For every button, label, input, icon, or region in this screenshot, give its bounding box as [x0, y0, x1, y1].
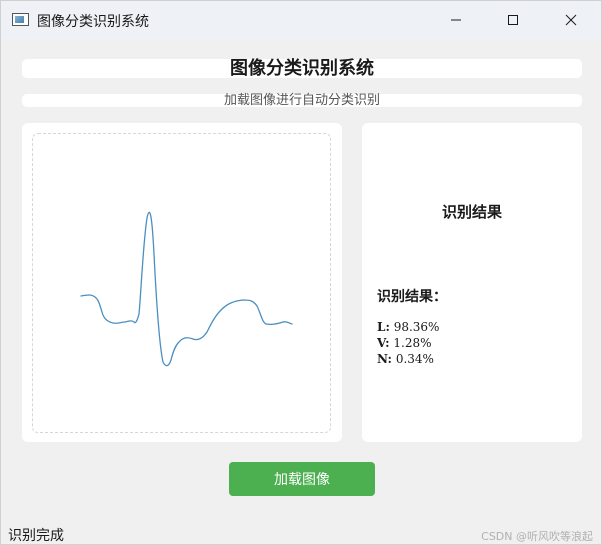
page-title: 图像分类识别系统: [22, 59, 582, 78]
result-probability: 98.36%: [393, 320, 440, 334]
app-image-icon: [12, 13, 29, 26]
result-class: N:: [377, 352, 392, 366]
image-panel: [22, 123, 342, 442]
watermark: CSDN @听风吹等浪起: [481, 530, 593, 543]
page-subtitle: 加载图像进行自动分类识别: [22, 94, 582, 107]
minimize-icon: [451, 19, 461, 21]
status-bar-text: 识别完成: [8, 528, 64, 544]
result-item: L: 98.36%: [377, 319, 439, 335]
ecg-waveform-image: [80, 211, 293, 367]
image-display: [32, 133, 331, 433]
title-bar[interactable]: 图像分类识别系统: [1, 1, 601, 39]
window-title: 图像分类识别系统: [37, 14, 149, 30]
minimize-button[interactable]: [433, 1, 479, 39]
close-button[interactable]: [548, 1, 594, 39]
result-panel: 识别结果 识别结果： L: 98.36% V: 1.28% N: 0.34%: [362, 123, 582, 442]
maximize-icon: [508, 15, 518, 25]
result-probability: 1.28%: [393, 336, 432, 350]
app-window: 图像分类识别系统 图像分类识别系统 加载图像进行自动分类识别 识别结果 识别结果…: [0, 0, 602, 545]
result-item: N: 0.34%: [377, 351, 439, 367]
maximize-button[interactable]: [490, 1, 536, 39]
result-heading: 识别结果: [441, 203, 502, 221]
result-class: V:: [377, 336, 390, 350]
result-list: L: 98.36% V: 1.28% N: 0.34%: [377, 319, 439, 367]
close-icon: [565, 14, 577, 26]
result-label: 识别结果：: [377, 289, 447, 305]
load-image-button[interactable]: 加载图像: [229, 462, 375, 496]
result-item: V: 1.28%: [377, 335, 439, 351]
result-probability: 0.34%: [395, 352, 434, 366]
result-class: L:: [377, 320, 390, 334]
ecg-waveform-line: [80, 211, 293, 367]
